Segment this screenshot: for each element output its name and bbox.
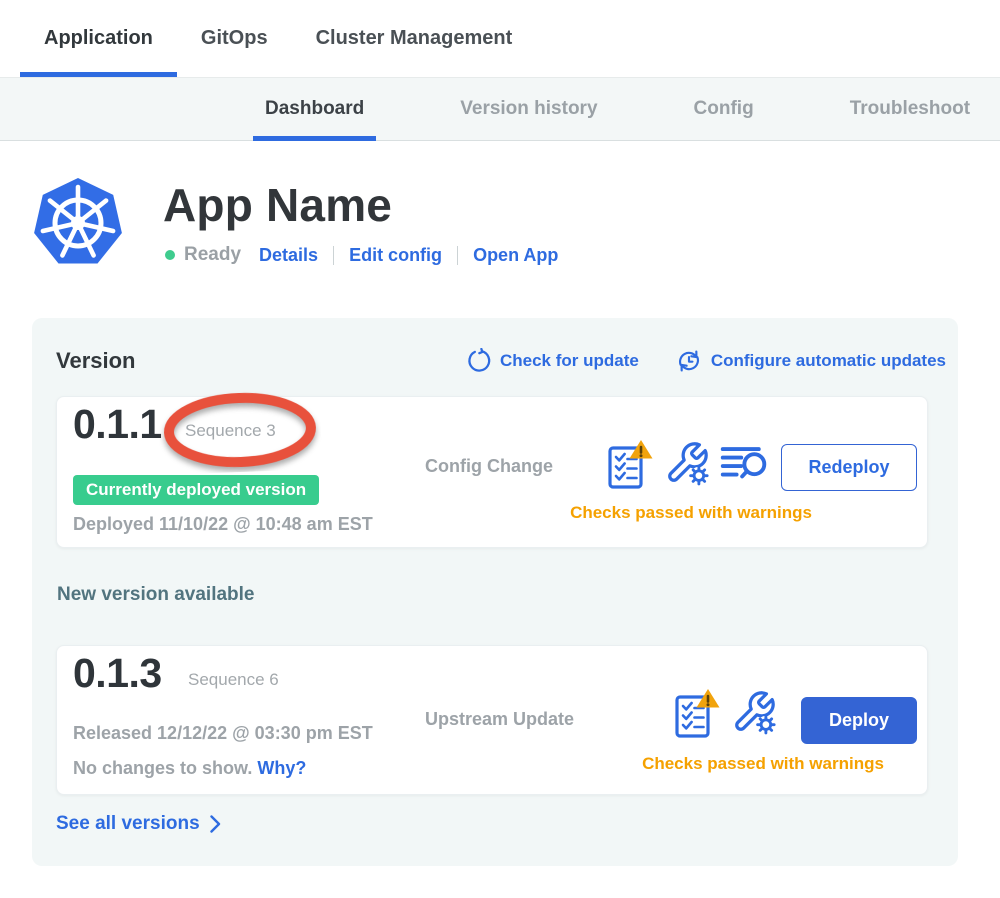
version-card-title: Version [56, 348, 135, 374]
sync-clock-icon [675, 348, 703, 374]
tab-application[interactable]: Application [20, 0, 177, 77]
configure-automatic-updates-button[interactable]: Configure automatic updates [675, 348, 946, 374]
open-app-link[interactable]: Open App [473, 245, 558, 266]
subtab-config[interactable]: Config [682, 78, 766, 140]
version-card-actions: Check for update Configure automatic upd… [430, 348, 946, 374]
subtab-dashboard-label: Dashboard [265, 98, 364, 120]
divider [457, 246, 458, 265]
preflight-checklist-icon[interactable] [673, 688, 721, 740]
subtab-troubleshoot[interactable]: Troubleshoot [838, 78, 982, 140]
status-dot-icon [165, 250, 175, 260]
wrench-gear-icon[interactable] [731, 688, 777, 736]
configure-automatic-updates-label: Configure automatic updates [711, 351, 946, 371]
preflight-checklist-icon[interactable] [606, 439, 654, 491]
edit-config-link[interactable]: Edit config [349, 245, 442, 266]
tab-gitops-label: GitOps [201, 27, 268, 50]
available-version-checks-icons [673, 688, 787, 740]
tab-cluster-management[interactable]: Cluster Management [292, 0, 537, 77]
tab-cluster-management-label: Cluster Management [316, 27, 513, 50]
details-link[interactable]: Details [259, 245, 318, 266]
refresh-icon [466, 348, 492, 374]
deployed-timestamp: Deployed 11/10/22 @ 10:48 am EST [73, 514, 373, 535]
subtab-troubleshoot-label: Troubleshoot [850, 98, 970, 120]
available-version-number: 0.1.3 [73, 650, 162, 697]
current-version-checks-icons [606, 439, 778, 491]
see-all-versions-label: See all versions [56, 813, 200, 835]
page-title: App Name [163, 178, 392, 232]
chevron-right-icon [210, 815, 221, 833]
why-link[interactable]: Why? [257, 758, 306, 778]
see-all-versions-link[interactable]: See all versions [56, 813, 221, 835]
subtab-dashboard[interactable]: Dashboard [253, 78, 376, 140]
no-changes-text: No changes to show. Why? [73, 758, 306, 779]
current-version-number: 0.1.1 [73, 401, 162, 448]
check-for-update-label: Check for update [500, 351, 639, 371]
subtab-version-history-label: Version history [460, 98, 597, 120]
redeploy-button[interactable]: Redeploy [781, 444, 917, 491]
current-checks-status: Checks passed with warnings [501, 503, 881, 523]
deploy-button[interactable]: Deploy [801, 697, 917, 744]
sub-nav: Dashboard Version history Config Trouble… [0, 77, 1000, 141]
tab-gitops[interactable]: GitOps [177, 0, 292, 77]
available-sequence-label: Sequence 6 [188, 670, 279, 690]
app-status-row: Ready Details Edit config Open App [165, 244, 558, 266]
admin-console-page: Application GitOps Cluster Management Da… [0, 0, 1000, 898]
check-for-update-button[interactable]: Check for update [466, 348, 639, 374]
divider [333, 246, 334, 265]
current-sequence-label: Sequence 3 [185, 421, 276, 441]
no-changes-label: No changes to show. [73, 758, 252, 778]
wrench-gear-icon[interactable] [664, 439, 710, 487]
subtab-version-history[interactable]: Version history [448, 78, 609, 140]
available-version-row: 0.1.3 Sequence 6 Released 12/12/22 @ 03:… [56, 645, 928, 795]
version-card: Version Check for update Configure autom… [32, 318, 958, 866]
new-version-heading: New version available [57, 584, 255, 606]
available-checks-status: Checks passed with warnings [573, 754, 953, 774]
subtab-config-label: Config [694, 98, 754, 120]
released-timestamp: Released 12/12/22 @ 03:30 pm EST [73, 723, 373, 744]
status-badge: Ready [184, 244, 241, 266]
currently-deployed-badge: Currently deployed version [73, 475, 319, 505]
view-diff-icon[interactable] [720, 439, 768, 485]
kubernetes-logo [34, 176, 122, 268]
tab-application-label: Application [44, 27, 153, 50]
current-version-row: 0.1.1 Sequence 3 Currently deployed vers… [56, 396, 928, 548]
top-nav: Application GitOps Cluster Management [0, 0, 1000, 77]
available-version-source: Upstream Update [425, 709, 574, 730]
current-version-source: Config Change [425, 456, 553, 477]
